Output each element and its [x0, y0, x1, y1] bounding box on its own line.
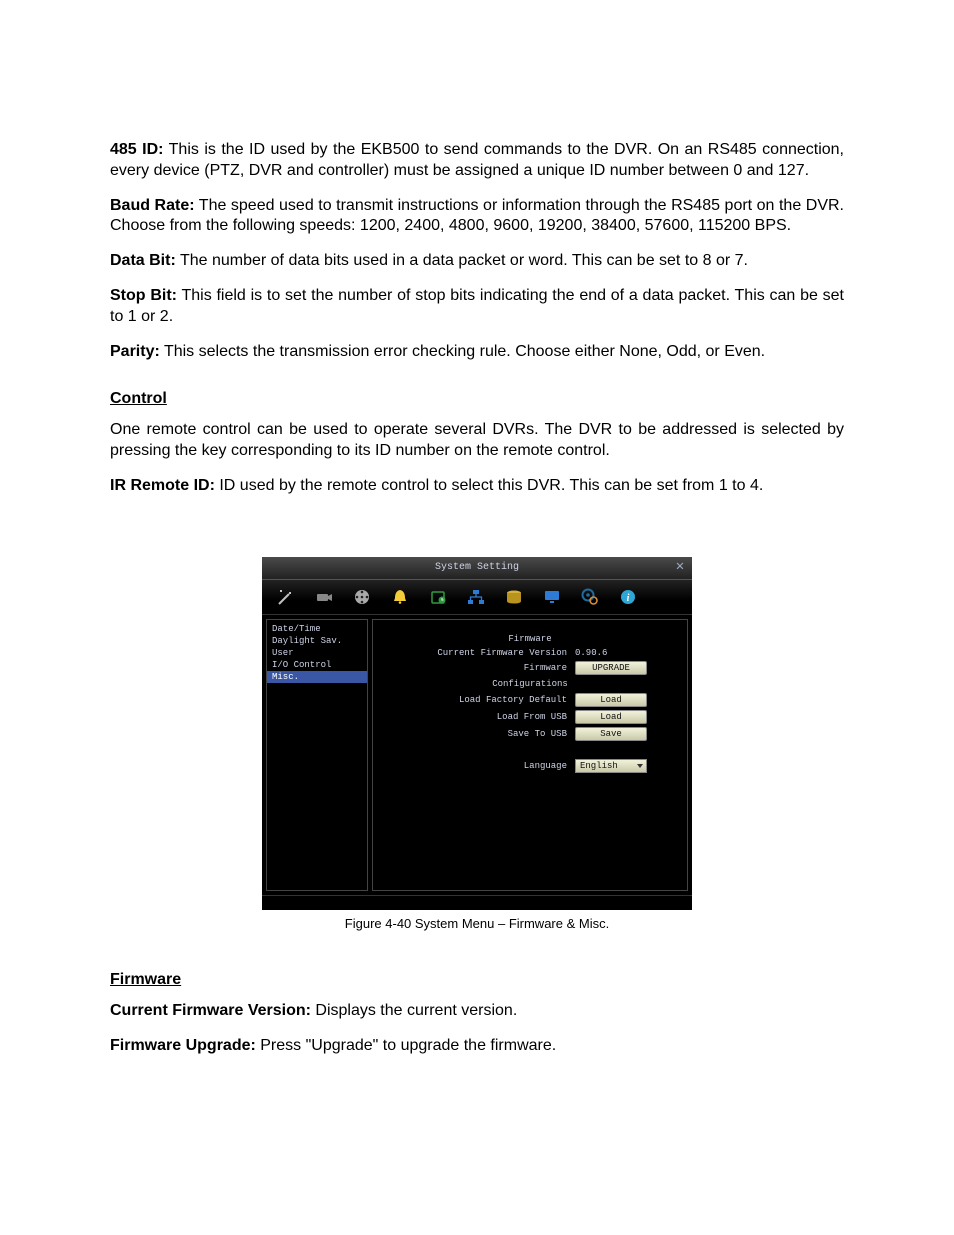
- toolbar: i: [262, 580, 692, 615]
- sidebar-item-datetime[interactable]: Date/Time: [267, 623, 367, 635]
- monitor-icon[interactable]: [542, 587, 562, 607]
- label-current-version-doc: Current Firmware Version:: [110, 1002, 311, 1019]
- heading-firmware: Firmware: [110, 971, 844, 989]
- para-fw-upgrade: Firmware Upgrade: Press "Upgrade" to upg…: [110, 1036, 844, 1057]
- label-stopbit: Stop Bit:: [110, 287, 177, 304]
- sidebar-item-user[interactable]: User: [267, 647, 367, 659]
- para-current-version: Current Firmware Version: Displays the c…: [110, 1001, 844, 1022]
- label-485id: 485 ID:: [110, 141, 163, 158]
- label-fw-upgrade: Firmware Upgrade:: [110, 1037, 256, 1054]
- load-factory-button[interactable]: Load: [575, 693, 647, 707]
- text-485id: This is the ID used by the EKB500 to sen…: [110, 141, 844, 179]
- wand-icon[interactable]: [276, 587, 296, 607]
- text-stopbit: This field is to set the number of stop …: [110, 287, 844, 325]
- para-control: One remote control can be used to operat…: [110, 420, 844, 462]
- system-setting-screenshot: System Setting ✕ i Date/Time Daylight Sa…: [262, 557, 692, 910]
- close-icon[interactable]: ✕: [672, 559, 688, 575]
- label-baud: Baud Rate:: [110, 197, 195, 214]
- section-firmware: Firmware: [385, 634, 675, 644]
- para-stopbit: Stop Bit: This field is to set the numbe…: [110, 286, 844, 328]
- reel-icon[interactable]: [352, 587, 372, 607]
- label-current-version: Current Firmware Version: [385, 648, 575, 658]
- clock-icon[interactable]: [428, 587, 448, 607]
- text-databit: The number of data bits used in a data p…: [176, 252, 748, 269]
- label-language: Language: [385, 761, 575, 771]
- figure-caption: Figure 4-40 System Menu – Firmware & Mis…: [110, 916, 844, 931]
- load-usb-button[interactable]: Load: [575, 710, 647, 724]
- sidebar-item-misc[interactable]: Misc.: [267, 671, 367, 683]
- save-usb-button[interactable]: Save: [575, 727, 647, 741]
- sidebar-item-io[interactable]: I/O Control: [267, 659, 367, 671]
- sidebar: Date/Time Daylight Sav. User I/O Control…: [266, 619, 368, 891]
- text-ir: ID used by the remote control to select …: [215, 477, 763, 494]
- sidebar-item-daylight[interactable]: Daylight Sav.: [267, 635, 367, 647]
- para-485id: 485 ID: This is the ID used by the EKB50…: [110, 140, 844, 182]
- upgrade-button[interactable]: UPGRADE: [575, 661, 647, 675]
- heading-control: Control: [110, 390, 844, 408]
- disk-icon[interactable]: [504, 587, 524, 607]
- label-factory-default: Load Factory Default: [385, 695, 575, 705]
- text-parity: This selects the transmission error chec…: [160, 343, 765, 360]
- text-fw-upgrade: Press "Upgrade" to upgrade the firmware.: [256, 1037, 556, 1054]
- label-databit: Data Bit:: [110, 252, 176, 269]
- value-current-version: 0.90.6: [575, 648, 675, 658]
- text-current-version-doc: Displays the current version.: [311, 1002, 517, 1019]
- svg-text:i: i: [627, 593, 630, 604]
- main-panel: Firmware Current Firmware Version 0.90.6…: [372, 619, 688, 891]
- para-baud: Baud Rate: The speed used to transmit in…: [110, 196, 844, 238]
- bell-icon[interactable]: [390, 587, 410, 607]
- label-firmware: Firmware: [385, 663, 575, 673]
- para-databit: Data Bit: The number of data bits used i…: [110, 251, 844, 272]
- info-icon[interactable]: i: [618, 587, 638, 607]
- label-ir: IR Remote ID:: [110, 477, 215, 494]
- label-parity: Parity:: [110, 343, 160, 360]
- label-load-usb: Load From USB: [385, 712, 575, 722]
- window-footer: [262, 895, 692, 910]
- network-icon[interactable]: [466, 587, 486, 607]
- language-select[interactable]: English: [575, 759, 647, 773]
- camera-icon[interactable]: [314, 587, 334, 607]
- window-titlebar: System Setting ✕: [262, 557, 692, 580]
- section-configurations: Configurations: [385, 679, 675, 689]
- window-title: System Setting: [262, 557, 692, 579]
- label-save-usb: Save To USB: [385, 729, 575, 739]
- text-baud: The speed used to transmit instructions …: [110, 197, 844, 235]
- gear-icon[interactable]: [580, 587, 600, 607]
- para-ir: IR Remote ID: ID used by the remote cont…: [110, 476, 844, 497]
- para-parity: Parity: This selects the transmission er…: [110, 342, 844, 363]
